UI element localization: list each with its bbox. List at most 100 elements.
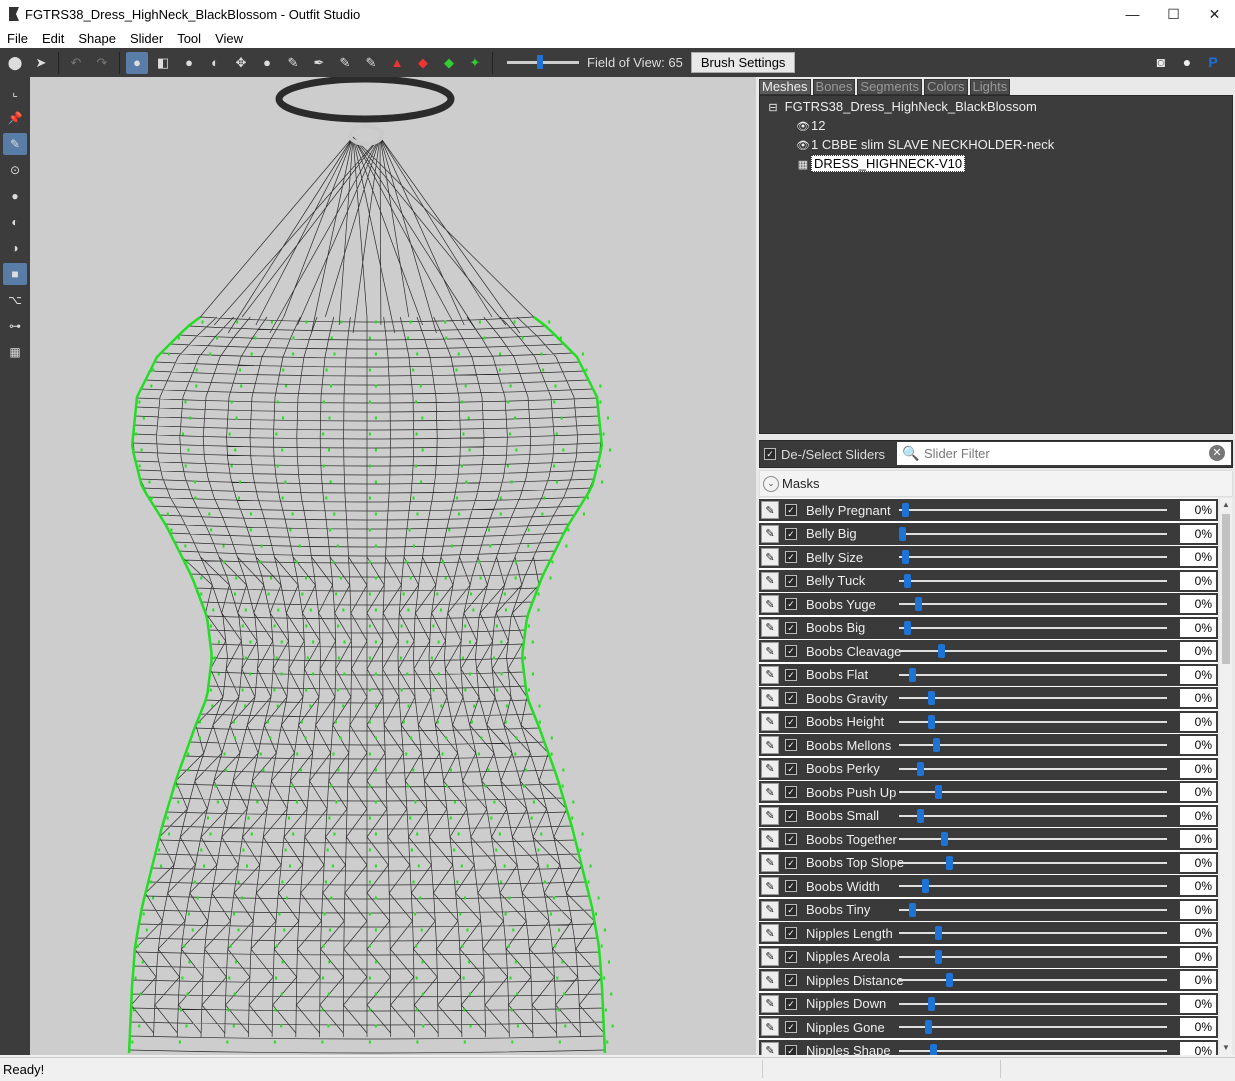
- color-brush-icon[interactable]: ✎: [334, 52, 356, 74]
- edit-slider-icon[interactable]: ✎: [761, 1018, 779, 1036]
- edit-slider-icon[interactable]: ✎: [761, 712, 779, 731]
- slider-knob[interactable]: [901, 503, 909, 517]
- transform-icon[interactable]: ➤: [30, 52, 52, 74]
- slider-value[interactable]: 0%: [1180, 595, 1216, 613]
- slider-track[interactable]: [899, 509, 1167, 511]
- slider-checkbox[interactable]: ✓: [785, 809, 797, 822]
- slider-value[interactable]: 0%: [1180, 924, 1216, 942]
- slider-track[interactable]: [899, 532, 1167, 535]
- slider-track[interactable]: [899, 814, 1167, 817]
- menu-view[interactable]: View: [208, 31, 250, 46]
- edit-slider-icon[interactable]: ✎: [761, 900, 779, 919]
- edit-slider-icon[interactable]: ✎: [761, 548, 779, 566]
- slider-checkbox[interactable]: ✓: [785, 551, 797, 563]
- slider-knob[interactable]: [917, 761, 925, 776]
- edit-slider-icon[interactable]: ✎: [761, 618, 779, 637]
- edit-slider-icon[interactable]: ✎: [761, 665, 779, 684]
- slider-track[interactable]: [899, 697, 1167, 699]
- fov-slider-thumb[interactable]: [537, 55, 543, 69]
- slider-knob[interactable]: [904, 620, 912, 635]
- discord-icon[interactable]: ◙: [1151, 51, 1171, 73]
- slider-knob[interactable]: [938, 644, 945, 658]
- slider-row[interactable]: ✎ ✓ Belly Size 0%: [759, 546, 1218, 568]
- slider-knob[interactable]: [927, 996, 935, 1011]
- slider-row[interactable]: ✎ ✓ Boobs Perky 0%: [759, 757, 1218, 780]
- slider-track[interactable]: [899, 1002, 1167, 1005]
- slider-row[interactable]: ✎ ✓ Boobs Top Slope 0%: [759, 851, 1218, 874]
- edit-slider-icon[interactable]: ✎: [761, 759, 779, 778]
- slider-row[interactable]: ✎ ✓ Boobs Width 0%: [759, 875, 1218, 897]
- slider-knob[interactable]: [901, 550, 909, 564]
- slider-checkbox[interactable]: ✓: [785, 903, 797, 916]
- slider-row[interactable]: ✎ ✓ Boobs Tiny 0%: [759, 898, 1218, 921]
- slider-value[interactable]: 0%: [1180, 759, 1216, 778]
- slider-knob[interactable]: [940, 832, 948, 846]
- scroll-down-icon[interactable]: ▼: [1220, 1041, 1232, 1055]
- slider-row[interactable]: ✎ ✓ Boobs Mellons 0%: [759, 734, 1218, 756]
- scroll-thumb[interactable]: [1222, 514, 1230, 664]
- edit-slider-icon[interactable]: ✎: [761, 830, 779, 848]
- paypal-icon[interactable]: P: [1203, 51, 1223, 73]
- tab-colors[interactable]: Colors: [923, 79, 968, 95]
- slider-checkbox[interactable]: ✓: [785, 950, 797, 963]
- slider-value[interactable]: 0%: [1180, 830, 1216, 848]
- tree-item[interactable]: 👁12: [796, 118, 825, 133]
- slider-row[interactable]: ✎ ✓ Boobs Cleavage 0%: [759, 640, 1218, 662]
- slider-knob[interactable]: [932, 738, 940, 752]
- smooth-brush-icon[interactable]: ◐: [204, 52, 226, 74]
- pin-tool-icon[interactable]: 📌: [3, 107, 27, 129]
- mask-brush-icon[interactable]: ◧: [152, 52, 174, 74]
- weight-brush-icon[interactable]: ●: [256, 52, 278, 74]
- slider-scrollbar[interactable]: ▲ ▼: [1220, 498, 1232, 1055]
- slider-value[interactable]: 0%: [1180, 971, 1216, 989]
- slider-track[interactable]: [899, 556, 1167, 558]
- minimize-button[interactable]: —: [1112, 0, 1153, 28]
- split-edge-icon[interactable]: ◆: [438, 52, 460, 74]
- slider-track[interactable]: [899, 908, 1167, 911]
- move-brush-icon[interactable]: ✥: [230, 52, 252, 74]
- slider-checkbox[interactable]: ✓: [785, 668, 797, 681]
- slider-knob[interactable]: [945, 855, 953, 870]
- edit-slider-icon[interactable]: ✎: [761, 806, 779, 825]
- slider-filter-input[interactable]: 🔍 Slider Filter ✕: [897, 442, 1231, 465]
- weld-icon[interactable]: ✦: [464, 52, 486, 74]
- slider-row[interactable]: ✎ ✓ Nipples Down 0%: [759, 992, 1218, 1015]
- slider-value[interactable]: 0%: [1180, 548, 1216, 566]
- slider-value[interactable]: 0%: [1180, 783, 1216, 801]
- alpha-brush-icon[interactable]: ✎: [360, 52, 382, 74]
- slider-value[interactable]: 0%: [1180, 642, 1216, 660]
- edit-slider-icon[interactable]: ✎: [761, 595, 779, 613]
- slider-row[interactable]: ✎ ✓ Belly Big 0%: [759, 522, 1218, 545]
- slider-track[interactable]: [899, 673, 1167, 676]
- slider-knob[interactable]: [935, 949, 943, 964]
- edit-slider-icon[interactable]: ✎: [761, 689, 779, 707]
- slider-knob[interactable]: [914, 597, 922, 611]
- slider-checkbox[interactable]: ✓: [785, 762, 797, 775]
- slider-value[interactable]: 0%: [1180, 900, 1216, 919]
- slider-knob[interactable]: [922, 879, 930, 893]
- clear-filter-icon[interactable]: ✕: [1209, 445, 1225, 461]
- cube-view-icon[interactable]: ■: [3, 263, 27, 285]
- scroll-up-icon[interactable]: ▲: [1220, 498, 1232, 512]
- viewport-3d[interactable]: [30, 77, 756, 1055]
- slider-row[interactable]: ✎ ✓ Boobs Together 0%: [759, 828, 1218, 850]
- slider-row[interactable]: ✎ ✓ Boobs Big 0%: [759, 616, 1218, 639]
- slider-checkbox[interactable]: ✓: [785, 715, 797, 728]
- slider-track[interactable]: [899, 603, 1167, 605]
- slider-track[interactable]: [899, 1026, 1167, 1028]
- slider-checkbox[interactable]: ✓: [785, 739, 797, 751]
- slider-value[interactable]: 0%: [1180, 736, 1216, 754]
- slider-knob[interactable]: [909, 902, 917, 917]
- coordinate-tool-icon[interactable]: ⌞: [3, 81, 27, 103]
- edit-slider-icon[interactable]: ✎: [761, 924, 779, 942]
- collapse-vertex-icon[interactable]: ▲: [386, 52, 408, 74]
- slider-value[interactable]: 0%: [1180, 994, 1216, 1013]
- node-icon[interactable]: ⊶: [3, 315, 27, 337]
- slider-value[interactable]: 0%: [1180, 1041, 1216, 1055]
- edit-slider-icon[interactable]: ✎: [761, 947, 779, 966]
- edit-slider-icon[interactable]: ✎: [761, 853, 779, 872]
- slider-value[interactable]: 0%: [1180, 853, 1216, 872]
- slider-checkbox[interactable]: ✓: [785, 974, 797, 986]
- edit-slider-icon[interactable]: ✎: [761, 994, 779, 1013]
- slider-value[interactable]: 0%: [1180, 877, 1216, 895]
